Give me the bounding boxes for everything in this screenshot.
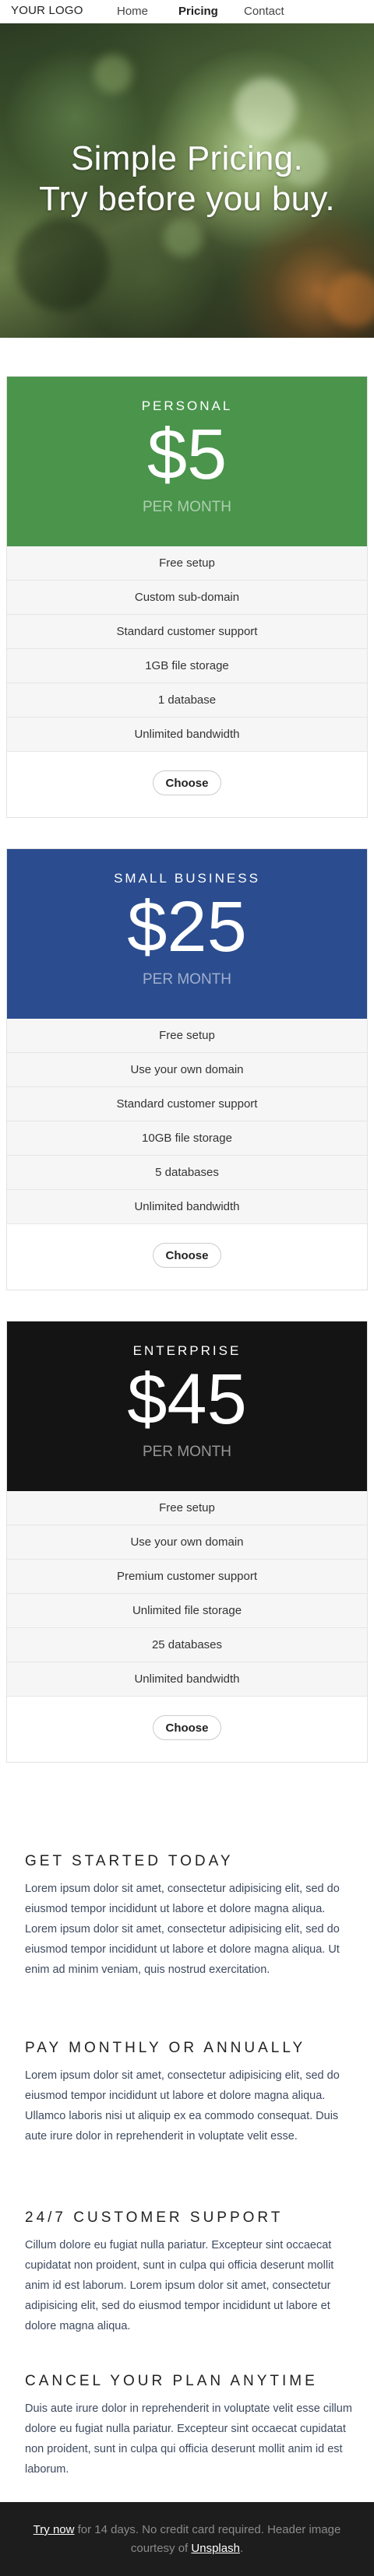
hero-bokeh-light (164, 218, 203, 257)
plan-feature: 1 database (7, 683, 367, 718)
plan-feature: Free setup (7, 1019, 367, 1053)
pricing-card-enterprise: ENTERPRISE $45 PER MONTH Free setup Use … (6, 1321, 368, 1763)
try-now-link[interactable]: Try now (34, 2523, 75, 2536)
footer-text: Try now for 14 days. No credit card requ… (31, 2521, 343, 2558)
hero-bokeh-dark (16, 218, 109, 311)
info-section-support: 24/7 CUSTOMER SUPPORT Cillum dolore eu f… (25, 2209, 352, 2336)
plan-name: SMALL BUSINESS (114, 871, 260, 886)
plan-period: PER MONTH (143, 971, 231, 988)
plan-feature: Unlimited bandwidth (7, 718, 367, 752)
nav-link-contact[interactable]: Contact (244, 5, 284, 18)
plan-price: $25 (127, 887, 247, 967)
section-body: Lorem ipsum dolor sit amet, consectetur … (25, 2069, 340, 2143)
plan-feature: 1GB file storage (7, 649, 367, 683)
section-heading: CANCEL YOUR PLAN ANYTIME (25, 2373, 318, 2389)
info-section-get-started: GET STARTED TODAY Lorem ipsum dolor sit … (25, 1852, 352, 1980)
section-heading: PAY MONTHLY OR ANNUALLY (25, 2040, 306, 2056)
plan-feature: Unlimited bandwidth (7, 1662, 367, 1697)
choose-small-business-button[interactable]: Choose (153, 1243, 221, 1268)
footer-text-end: . (239, 2542, 244, 2555)
hero-bokeh-light (94, 54, 132, 93)
plan-name: PERSONAL (141, 398, 233, 413)
plan-feature: Use your own domain (7, 1525, 367, 1560)
plan-feature: 25 databases (7, 1628, 367, 1662)
choose-enterprise-button[interactable]: Choose (153, 1715, 221, 1740)
pricing-card-footer: Choose (7, 1697, 367, 1762)
plan-feature: Unlimited file storage (7, 1594, 367, 1628)
plan-feature: Unlimited bandwidth (7, 1190, 367, 1224)
plan-feature: 5 databases (7, 1156, 367, 1190)
section-heading: GET STARTED TODAY (25, 1853, 234, 1869)
plan-feature: 10GB file storage (7, 1121, 367, 1156)
hero-heading-line-2: Try before you buy. (39, 180, 335, 218)
choose-personal-button[interactable]: Choose (153, 770, 221, 795)
pricing-card-header: SMALL BUSINESS $25 PER MONTH (7, 849, 367, 1019)
hero-bokeh-warm (327, 272, 374, 327)
section-heading: 24/7 CUSTOMER SUPPORT (25, 2209, 284, 2226)
plan-feature: Free setup (7, 546, 367, 581)
plan-feature: Free setup (7, 1491, 367, 1525)
plan-period: PER MONTH (143, 1444, 231, 1460)
pricing-card-small-business: SMALL BUSINESS $25 PER MONTH Free setup … (6, 848, 368, 1290)
info-section-pay-monthly: PAY MONTHLY OR ANNUALLY Lorem ipsum dolo… (25, 2039, 352, 2146)
section-body: Duis aute irure dolor in reprehenderit i… (25, 2402, 352, 2476)
unsplash-link[interactable]: Unsplash (191, 2542, 240, 2555)
plan-name: ENTERPRISE (132, 1343, 242, 1358)
plan-feature: Standard customer support (7, 615, 367, 649)
section-body: Cillum dolore eu fugiat nulla pariatur. … (25, 2239, 334, 2332)
hero-heading: Simple Pricing. Try before you buy. (0, 139, 374, 219)
plan-feature: Standard customer support (7, 1087, 367, 1121)
pricing-card-footer: Choose (7, 752, 367, 817)
hero-heading-line-1: Simple Pricing. (71, 139, 303, 177)
plan-price: $5 (146, 415, 228, 494)
nav-link-home[interactable]: Home (117, 5, 148, 18)
plan-feature: Premium customer support (7, 1560, 367, 1594)
plan-feature: Use your own domain (7, 1053, 367, 1087)
pricing-card-header: ENTERPRISE $45 PER MONTH (7, 1321, 367, 1491)
plan-feature: Custom sub-domain (7, 581, 367, 615)
hero-banner: Simple Pricing. Try before you buy. (0, 23, 374, 338)
info-section-cancel: CANCEL YOUR PLAN ANYTIME Duis aute irure… (25, 2372, 352, 2479)
section-body: Lorem ipsum dolor sit amet, consectetur … (25, 1883, 340, 1976)
hero-bokeh-light (234, 78, 296, 140)
plan-period: PER MONTH (143, 499, 231, 515)
pricing-card-footer: Choose (7, 1224, 367, 1290)
page-footer: Try now for 14 days. No credit card requ… (0, 2502, 374, 2576)
top-nav: YOUR LOGO Home Pricing Contact (0, 0, 374, 23)
nav-link-pricing[interactable]: Pricing (178, 5, 218, 18)
pricing-card-personal: PERSONAL $5 PER MONTH Free setup Custom … (6, 376, 368, 818)
plan-price: $45 (127, 1360, 247, 1439)
site-logo[interactable]: YOUR LOGO (11, 4, 83, 17)
pricing-card-header: PERSONAL $5 PER MONTH (7, 377, 367, 546)
